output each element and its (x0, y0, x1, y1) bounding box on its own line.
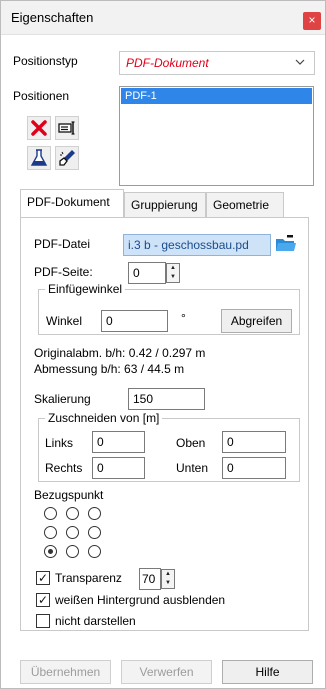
ref-point-bottom-center[interactable] (66, 545, 79, 558)
tab-geometry[interactable]: Geometrie (206, 192, 284, 218)
positions-list[interactable]: PDF-1 (119, 86, 314, 186)
apply-button[interactable]: Übernehmen (20, 660, 111, 684)
crop-bottom-field[interactable]: 0 (222, 457, 286, 479)
ref-point-middle-right[interactable] (88, 526, 101, 539)
edit-label-icon[interactable] (55, 116, 79, 140)
brush-icon[interactable] (55, 146, 79, 170)
chevron-down-icon (294, 56, 306, 71)
list-item[interactable]: PDF-1 (121, 88, 312, 104)
angle-field[interactable]: 0 (101, 310, 168, 332)
window-title: Eigenschaften (11, 10, 94, 25)
dimensions: Abmessung b/h: 63 / 44.5 m (34, 362, 185, 376)
pdf-file-field[interactable]: i.3 b - geschossbau.pd (123, 234, 271, 256)
discard-button[interactable]: Verwerfen (121, 660, 212, 684)
position-type-select[interactable]: PDF-Dokument (119, 51, 315, 75)
ref-point-bottom-right[interactable] (88, 545, 101, 558)
crop-top-label: Oben (176, 436, 206, 450)
flask-icon[interactable] (27, 146, 51, 170)
hide-checkbox[interactable] (36, 614, 50, 628)
angle-unit: ° (181, 311, 186, 325)
folder-icon[interactable] (274, 233, 300, 257)
ref-point-bottom-left[interactable] (44, 545, 57, 558)
insert-angle-title: Einfügewinkel (45, 282, 126, 296)
crop-left-field[interactable]: 0 (92, 431, 145, 453)
pdf-page-field[interactable]: 0 (128, 262, 166, 284)
properties-window: Eigenschaften × Positionstyp PDF-Dokumen… (0, 0, 326, 689)
hide-white-label: weißen Hintergrund ausblenden (55, 593, 226, 607)
transparency-field[interactable]: 70 (139, 568, 161, 590)
original-dimensions: Originalabm. b/h: 0.42 / 0.297 m (34, 346, 206, 360)
hide-label: nicht darstellen (55, 614, 136, 628)
hide-white-checkbox[interactable]: ✓ (36, 593, 50, 607)
help-button[interactable]: Hilfe (222, 660, 313, 684)
delete-icon[interactable] (27, 116, 51, 140)
close-icon[interactable]: × (303, 12, 321, 30)
tab-pdf-document[interactable]: PDF-Dokument (20, 189, 124, 218)
ref-point-middle-left[interactable] (44, 526, 57, 539)
pdf-page-label: PDF-Seite: (34, 265, 93, 279)
ref-point-top-right[interactable] (88, 507, 101, 520)
pdf-page-stepper[interactable]: ▲ ▼ (166, 263, 180, 283)
pdf-file-label: PDF-Datei (34, 237, 91, 251)
reference-point-label: Bezugspunkt (34, 488, 104, 502)
crop-right-field[interactable]: 0 (92, 457, 145, 479)
transparency-stepper[interactable]: ▲ ▼ (161, 569, 175, 589)
transparency-label: Transparenz (55, 571, 122, 585)
angle-label: Winkel (46, 314, 83, 328)
crop-title: Zuschneiden von [m] (45, 411, 163, 425)
tab-grouping[interactable]: Gruppierung (124, 192, 206, 218)
ref-point-top-left[interactable] (44, 507, 57, 520)
positions-label: Positionen (13, 89, 70, 103)
crop-left-label: Links (45, 436, 74, 450)
ref-point-top-center[interactable] (66, 507, 79, 520)
crop-top-field[interactable]: 0 (222, 431, 286, 453)
position-type-label: Positionstyp (13, 54, 78, 68)
pick-button[interactable]: Abgreifen (221, 309, 292, 333)
ref-point-middle-center[interactable] (66, 526, 79, 539)
scale-label: Skalierung (34, 392, 91, 406)
scale-field[interactable]: 150 (128, 388, 205, 410)
crop-right-label: Rechts (45, 461, 83, 475)
position-type-value: PDF-Dokument (126, 56, 209, 70)
transparency-checkbox[interactable]: ✓ (36, 571, 50, 585)
crop-bottom-label: Unten (176, 461, 209, 475)
title-bar: Eigenschaften × (1, 1, 325, 35)
